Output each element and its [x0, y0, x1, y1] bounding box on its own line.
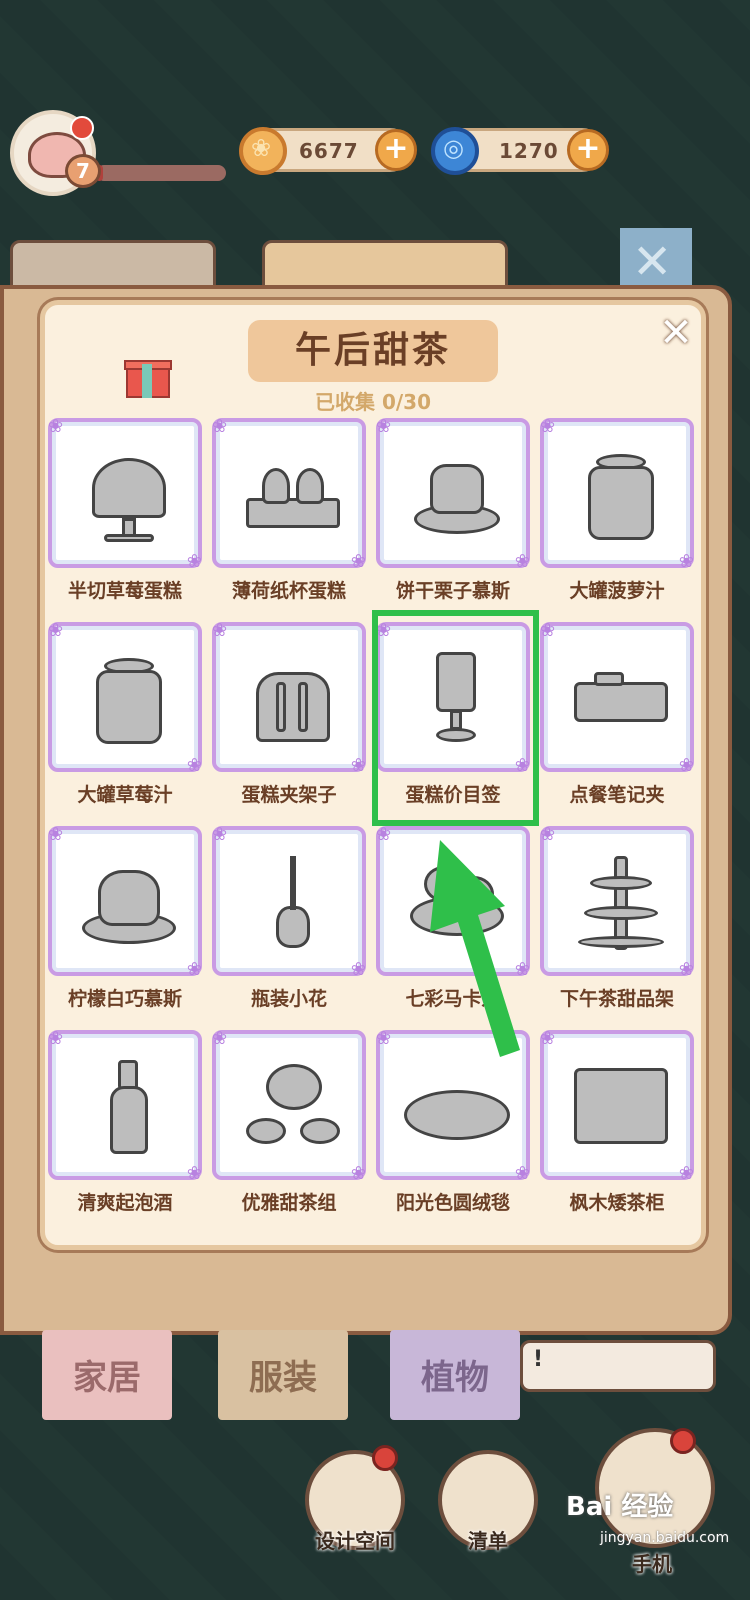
tab-plants-label: 植物 [421, 1358, 489, 1398]
phone-label: 手机 [632, 1552, 672, 1576]
list-label: 清单 [468, 1529, 508, 1553]
tab-home-label: 家居 [73, 1358, 141, 1398]
watermark-url: jingyan.baidu.com [600, 1530, 730, 1546]
design-space-label: 设计空间 [315, 1529, 395, 1553]
arrow-shape [430, 840, 520, 1057]
tab-home[interactable]: 家居 [42, 1330, 172, 1420]
tab-clothing[interactable]: 服装 [218, 1330, 348, 1420]
tab-clothing-label: 服装 [249, 1358, 317, 1398]
hint-bubble: ! [520, 1340, 716, 1392]
watermark-logo: Bai 经验 [566, 1492, 674, 1522]
hint-bubble-text: ! [533, 1347, 544, 1372]
phone-notification-dot [670, 1428, 696, 1454]
design-notification-dot [372, 1445, 398, 1471]
tab-plants[interactable]: 植物 [390, 1330, 520, 1420]
